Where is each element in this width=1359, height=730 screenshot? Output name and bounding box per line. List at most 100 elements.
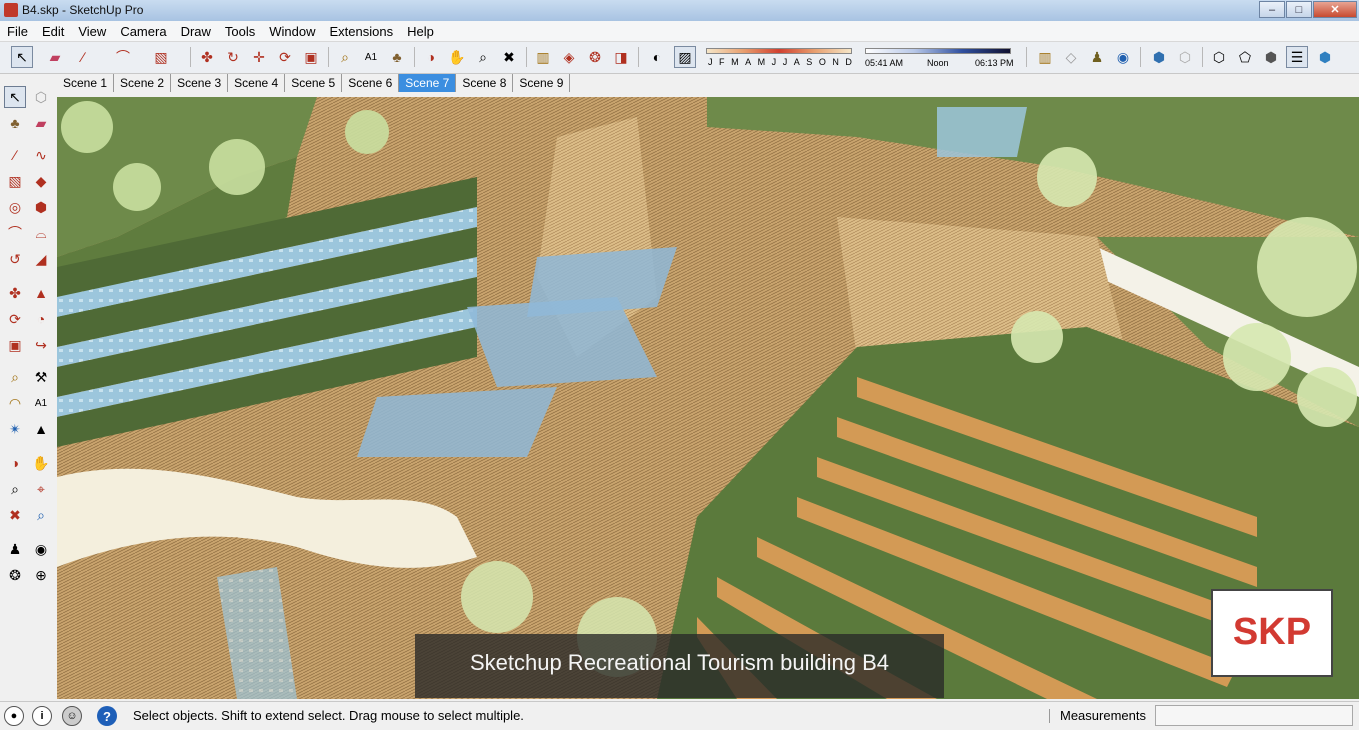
tab-scene-2[interactable]: Scene 2 xyxy=(114,74,172,92)
menu-window[interactable]: Window xyxy=(262,21,322,41)
menu-view[interactable]: View xyxy=(71,21,113,41)
zoom-extents-icon[interactable]: ✖ xyxy=(498,46,520,68)
rotate-tool-icon[interactable]: ⟳ xyxy=(4,308,26,330)
menu-extensions[interactable]: Extensions xyxy=(323,21,401,41)
tape-measure-tool-icon[interactable]: ⌕ xyxy=(4,366,26,388)
fog-icon[interactable]: ▨ xyxy=(674,46,696,68)
orbit-tool-icon[interactable]: ◑ xyxy=(4,452,26,474)
section-icon[interactable]: ◇ xyxy=(1060,46,1082,68)
extension-icon[interactable]: ❂ xyxy=(584,46,606,68)
follow-me-icon[interactable]: ◔ xyxy=(30,308,52,330)
pan-tool-icon[interactable]: ✋ xyxy=(30,452,52,474)
freehand-icon[interactable]: ∿ xyxy=(30,144,52,166)
rectangle-tool-icon[interactable]: ▧ xyxy=(4,170,26,192)
scale-tool-icon[interactable]: ▣ xyxy=(4,334,26,356)
shadow-icon[interactable]: ◐ xyxy=(646,46,668,68)
tab-scene-4[interactable]: Scene 4 xyxy=(228,74,286,92)
walk-icon[interactable]: ♟ xyxy=(1086,46,1108,68)
tab-scene-6[interactable]: Scene 6 xyxy=(342,74,400,92)
tab-scene-8[interactable]: Scene 8 xyxy=(456,74,514,92)
tab-scene-9[interactable]: Scene 9 xyxy=(513,74,571,92)
eraser-tool-icon[interactable]: ▰ xyxy=(30,112,52,134)
components-icon[interactable]: ◈ xyxy=(558,46,580,68)
menu-tools[interactable]: Tools xyxy=(218,21,262,41)
pie-icon[interactable]: ◢ xyxy=(30,248,52,270)
line-tool-icon[interactable]: ∕ xyxy=(4,144,26,166)
monochrome-icon[interactable]: ⬢ xyxy=(1314,46,1336,68)
paint-bucket-tool-icon[interactable]: ♣ xyxy=(4,112,26,134)
send-icon[interactable]: ◨ xyxy=(610,46,632,68)
help-icon[interactable]: ? xyxy=(97,706,117,726)
text-icon[interactable]: A1 xyxy=(360,46,382,68)
move-tool-icon[interactable]: ✛ xyxy=(248,46,270,68)
text-tool-icon[interactable]: A1 xyxy=(30,392,52,414)
tab-scene-5[interactable]: Scene 5 xyxy=(285,74,343,92)
arc-tool-icon[interactable]: ⌒ xyxy=(4,222,26,244)
tab-scene-3[interactable]: Scene 3 xyxy=(171,74,229,92)
previous-view-icon[interactable]: ⌕ xyxy=(30,504,52,526)
tab-scene-1[interactable]: Scene 1 xyxy=(57,74,115,92)
walk-tool-icon[interactable]: ❂ xyxy=(4,564,26,586)
iso-view-icon[interactable]: ⬢ xyxy=(1148,46,1170,68)
3d-text-icon[interactable]: ▲ xyxy=(30,418,52,440)
zoom-window-icon[interactable]: ⌖ xyxy=(30,478,52,500)
select-icon[interactable]: ↖ xyxy=(11,46,33,68)
menu-edit[interactable]: Edit xyxy=(35,21,71,41)
xray-icon[interactable]: ⬡ xyxy=(1208,46,1230,68)
measurements-input[interactable] xyxy=(1155,705,1353,726)
rotate-icon[interactable]: ⟳ xyxy=(274,46,296,68)
shaded-icon[interactable]: ⬢ xyxy=(1260,46,1282,68)
tab-scene-7[interactable]: Scene 7 xyxy=(399,74,457,92)
credits-icon[interactable]: i xyxy=(32,706,52,726)
protractor-icon[interactable]: ◠ xyxy=(4,392,26,414)
two-point-arc-icon[interactable]: ⌓ xyxy=(30,222,52,244)
menu-draw[interactable]: Draw xyxy=(174,21,218,41)
maximize-button[interactable]: □ xyxy=(1286,1,1312,18)
style-icon[interactable]: ▥ xyxy=(1034,46,1056,68)
rotated-rectangle-icon[interactable]: ◆ xyxy=(30,170,52,192)
move-tool-icon[interactable]: ✤ xyxy=(4,282,26,304)
model-viewport[interactable]: Sketchup Recreational Tourism building B… xyxy=(57,97,1359,699)
axes-icon[interactable]: ✴ xyxy=(4,418,26,440)
pan-icon[interactable]: ✋ xyxy=(446,46,468,68)
zoom-extents-tool-icon[interactable]: ✖ xyxy=(4,504,26,526)
line-icon[interactable]: ∕ xyxy=(72,46,94,68)
zoom-icon[interactable]: ⌕ xyxy=(472,46,494,68)
eraser-icon[interactable]: ▰ xyxy=(44,46,66,68)
wireframe-icon[interactable]: ⬠ xyxy=(1234,46,1256,68)
tape-measure-icon[interactable]: ⌕ xyxy=(334,46,356,68)
orbit-icon[interactable]: ◑ xyxy=(420,46,442,68)
rectangle-icon[interactable]: ▧ xyxy=(150,46,172,68)
push-pull-icon[interactable]: ↻ xyxy=(222,46,244,68)
select-tool-icon[interactable]: ↖ xyxy=(4,86,26,108)
month-gradient-bar[interactable] xyxy=(706,48,852,54)
close-button[interactable]: ✕ xyxy=(1313,1,1357,18)
shadow-date-slider[interactable]: J F M A M J J A S O N D xyxy=(706,46,852,68)
polygon-icon[interactable]: ⬢ xyxy=(30,196,52,218)
scale-icon[interactable]: ▣ xyxy=(300,46,322,68)
paint-bucket-icon[interactable]: ♣ xyxy=(386,46,408,68)
move-icon[interactable]: ✤ xyxy=(196,46,218,68)
top-view-icon[interactable]: ⬡ xyxy=(1174,46,1196,68)
minimize-button[interactable]: – xyxy=(1259,1,1285,18)
look-around-icon[interactable]: ◉ xyxy=(30,538,52,560)
menu-camera[interactable]: Camera xyxy=(113,21,173,41)
offset-icon[interactable]: ↪ xyxy=(30,334,52,356)
dimension-icon[interactable]: ⚒ xyxy=(30,366,52,388)
circle-icon[interactable]: ◎ xyxy=(4,196,26,218)
zoom-tool-icon[interactable]: ⌕ xyxy=(4,478,26,500)
push-pull-tool-icon[interactable]: ▲ xyxy=(30,282,52,304)
menu-file[interactable]: File xyxy=(0,21,35,41)
time-gradient-bar[interactable] xyxy=(865,48,1011,54)
section-plane-icon[interactable]: ⊕ xyxy=(30,564,52,586)
menu-help[interactable]: Help xyxy=(400,21,441,41)
geo-icon[interactable]: ◉ xyxy=(1112,46,1134,68)
warehouse-icon[interactable]: ▥ xyxy=(532,46,554,68)
textured-icon[interactable]: ☰ xyxy=(1286,46,1308,68)
user-icon[interactable]: ☺ xyxy=(62,706,82,726)
shadow-time-slider[interactable]: 05:41 AM Noon 06:13 PM xyxy=(865,46,1015,68)
geo-location-icon[interactable]: ● xyxy=(4,706,24,726)
position-camera-icon[interactable]: ♟ xyxy=(4,538,26,560)
three-point-arc-icon[interactable]: ↺ xyxy=(4,248,26,270)
arc-icon[interactable]: ⌒ xyxy=(112,46,134,68)
